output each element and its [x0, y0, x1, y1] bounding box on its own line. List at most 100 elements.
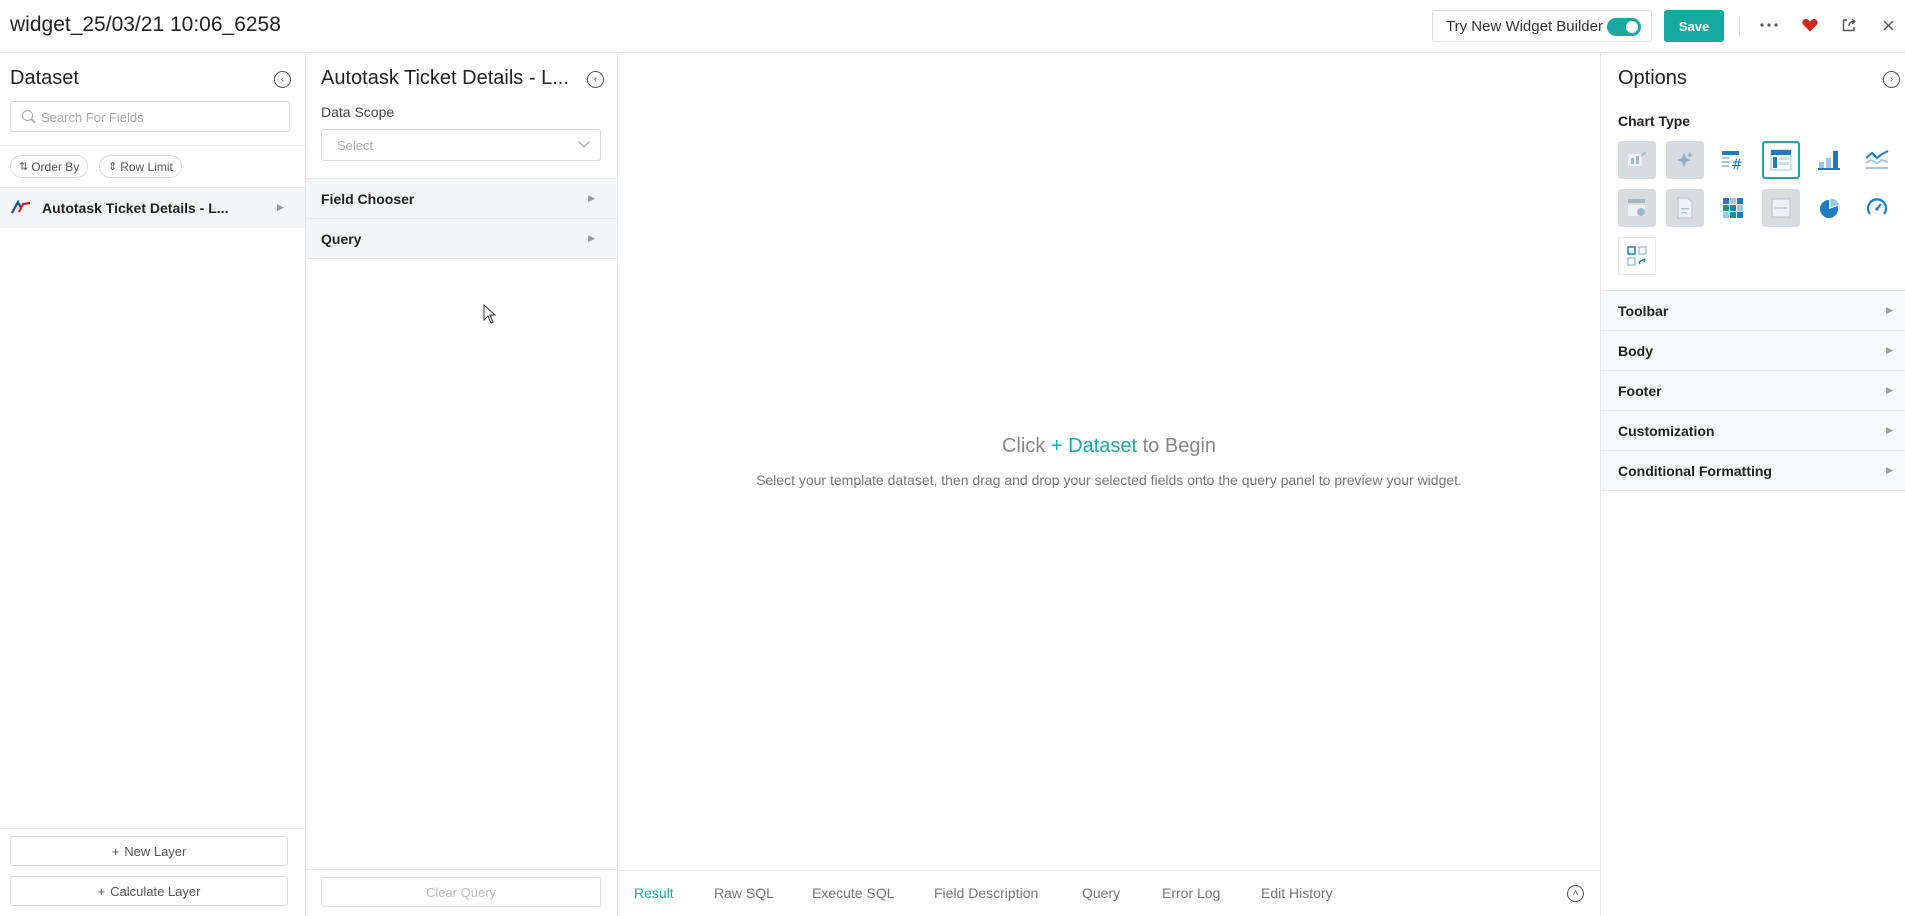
search-icon — [22, 110, 33, 121]
tab-edit-history[interactable]: Edit History — [1261, 885, 1333, 901]
query-panel: Autotask Ticket Details - L... ‹ Data Sc… — [306, 54, 618, 916]
new-layer-label: New Layer — [124, 843, 187, 859]
add-dataset-link[interactable]: + Dataset — [1051, 435, 1137, 457]
plus-icon: + — [111, 843, 120, 859]
dataset-name: Autotask Ticket Details - L... — [42, 200, 229, 216]
field-search[interactable] — [10, 101, 290, 132]
tab-query[interactable]: Query — [1082, 885, 1120, 901]
expand-arrow-icon: ▶ — [1886, 345, 1893, 355]
top-bar: widget_25/03/21 10:06_6258 Try New Widge… — [0, 0, 1905, 53]
options-panel: Options › Chart Type # Toolbar ▶ Body ▶ … — [1600, 54, 1905, 916]
search-input[interactable] — [41, 107, 281, 127]
mouse-cursor-icon — [483, 304, 497, 324]
empty-state-prefix: Click — [1001, 435, 1046, 457]
widget-title[interactable]: widget_25/03/21 10:06_6258 — [10, 13, 281, 37]
row-limit-button[interactable]: ⇕ Row Limit — [99, 155, 182, 178]
autotask-logo-icon — [11, 199, 31, 214]
toolbar-divider — [1739, 16, 1740, 36]
toggle-knob — [1626, 21, 1638, 33]
heatmap-grid-icon[interactable] — [1714, 189, 1752, 227]
customization-label: Customization — [1618, 423, 1715, 439]
expand-arrow-icon: ▶ — [588, 233, 595, 243]
collapse-up-icon[interactable]: ˄ — [1567, 885, 1584, 902]
collapse-left-icon[interactable]: ‹ — [587, 71, 604, 88]
ai-sparkle-icon[interactable] — [1666, 141, 1704, 179]
close-icon[interactable] — [1875, 12, 1901, 38]
order-by-label: Order By — [31, 159, 80, 174]
dataset-item[interactable]: Autotask Ticket Details - L... ▶ — [0, 188, 305, 228]
row-limit-label: Row Limit — [120, 159, 173, 174]
expand-arrow-icon: ▶ — [1886, 425, 1893, 435]
footer-section[interactable]: Footer ▶ — [1601, 370, 1905, 410]
query-section[interactable]: Query ▶ — [306, 218, 617, 259]
divider — [0, 145, 305, 146]
divider — [306, 869, 617, 870]
field-chooser-label: Field Chooser — [321, 191, 415, 207]
bar-chart-icon[interactable] — [1810, 141, 1848, 179]
row-limit-icon: ⇕ — [108, 161, 118, 173]
query-panel-title: Autotask Ticket Details - L... — [321, 67, 569, 89]
query-label: Query — [321, 231, 362, 247]
divider — [0, 828, 305, 829]
line-chart-icon[interactable] — [1858, 141, 1896, 179]
conditional-formatting-label: Conditional Formatting — [1618, 463, 1772, 479]
conditional-formatting-section[interactable]: Conditional Formatting ▶ — [1601, 450, 1905, 491]
pivot-icon[interactable] — [1618, 237, 1656, 275]
pie-chart-icon[interactable] — [1810, 189, 1848, 227]
new-layer-button[interactable]: + New Layer — [10, 836, 288, 866]
expand-arrow-icon: ▶ — [1886, 305, 1893, 315]
options-panel-title: Options — [1618, 67, 1687, 89]
tab-raw-sql[interactable]: Raw SQL — [714, 885, 774, 901]
more-options-icon[interactable] — [1756, 12, 1782, 38]
body-label: Body — [1618, 343, 1653, 359]
collapse-left-icon[interactable]: ‹ — [274, 71, 291, 88]
number-table-icon[interactable]: # — [1714, 141, 1752, 179]
data-scope-value: Select — [337, 138, 374, 153]
kpi-card-icon[interactable] — [1618, 141, 1656, 179]
save-button[interactable]: Save — [1664, 10, 1724, 42]
toolbar-section[interactable]: Toolbar ▶ — [1601, 290, 1905, 330]
html-icon[interactable] — [1762, 189, 1800, 227]
expand-arrow-icon: ▶ — [588, 193, 595, 203]
empty-state-description: Select your template dataset, then drag … — [756, 472, 1462, 488]
tab-result[interactable]: Result — [634, 885, 674, 901]
footer-label: Footer — [1618, 383, 1662, 399]
result-tabs: Result Raw SQL Execute SQL Field Descrip… — [618, 870, 1600, 916]
chevron-down-icon — [578, 136, 590, 148]
tab-error-log[interactable]: Error Log — [1162, 885, 1220, 901]
field-chooser-section[interactable]: Field Chooser ▶ — [306, 178, 617, 218]
empty-state-title: Click + Dataset to Begin — [618, 435, 1600, 458]
preview-area: Click + Dataset to Begin Select your tem… — [618, 54, 1600, 916]
expand-arrow-icon: ▶ — [1886, 465, 1893, 475]
chart-type-label: Chart Type — [1618, 113, 1691, 129]
data-scope-label: Data Scope — [321, 104, 395, 120]
plus-icon: + — [97, 883, 106, 899]
document-icon[interactable] — [1666, 189, 1704, 227]
svg-text:#: # — [1731, 157, 1743, 171]
tab-field-description[interactable]: Field Description — [934, 885, 1038, 901]
calculate-layer-label: Calculate Layer — [110, 883, 201, 899]
empty-state-suffix: to Begin — [1142, 435, 1217, 457]
share-icon[interactable] — [1836, 12, 1862, 38]
collapse-right-icon[interactable]: › — [1883, 71, 1900, 88]
expand-arrow-icon: ▶ — [1886, 385, 1893, 395]
toolbar-label: Toolbar — [1618, 303, 1669, 319]
order-by-button[interactable]: ⇅ Order By — [10, 155, 89, 178]
body-section[interactable]: Body ▶ — [1601, 330, 1905, 370]
new-builder-toggle[interactable] — [1607, 18, 1641, 36]
calculate-layer-button[interactable]: + Calculate Layer — [10, 876, 288, 906]
gauge-icon[interactable] — [1858, 189, 1896, 227]
custom-table-icon[interactable] — [1618, 189, 1656, 227]
clear-query-button[interactable]: Clear Query — [321, 877, 601, 907]
customization-section[interactable]: Customization ▶ — [1601, 410, 1905, 450]
sort-icon: ⇅ — [19, 161, 29, 173]
dataset-panel: Dataset ‹ ⇅ Order By ⇕ Row Limit Autotas… — [0, 54, 306, 916]
data-scope-select[interactable]: Select — [321, 129, 601, 161]
try-new-widget-builder-label: Try New Widget Builder — [1446, 18, 1603, 35]
expand-arrow-icon[interactable]: ▶ — [277, 202, 284, 213]
tab-execute-sql[interactable]: Execute SQL — [812, 885, 895, 901]
favorite-heart-icon[interactable] — [1797, 12, 1823, 38]
try-new-widget-builder[interactable]: Try New Widget Builder — [1432, 10, 1652, 42]
table-icon[interactable] — [1762, 141, 1800, 179]
dataset-panel-title: Dataset — [10, 67, 79, 89]
